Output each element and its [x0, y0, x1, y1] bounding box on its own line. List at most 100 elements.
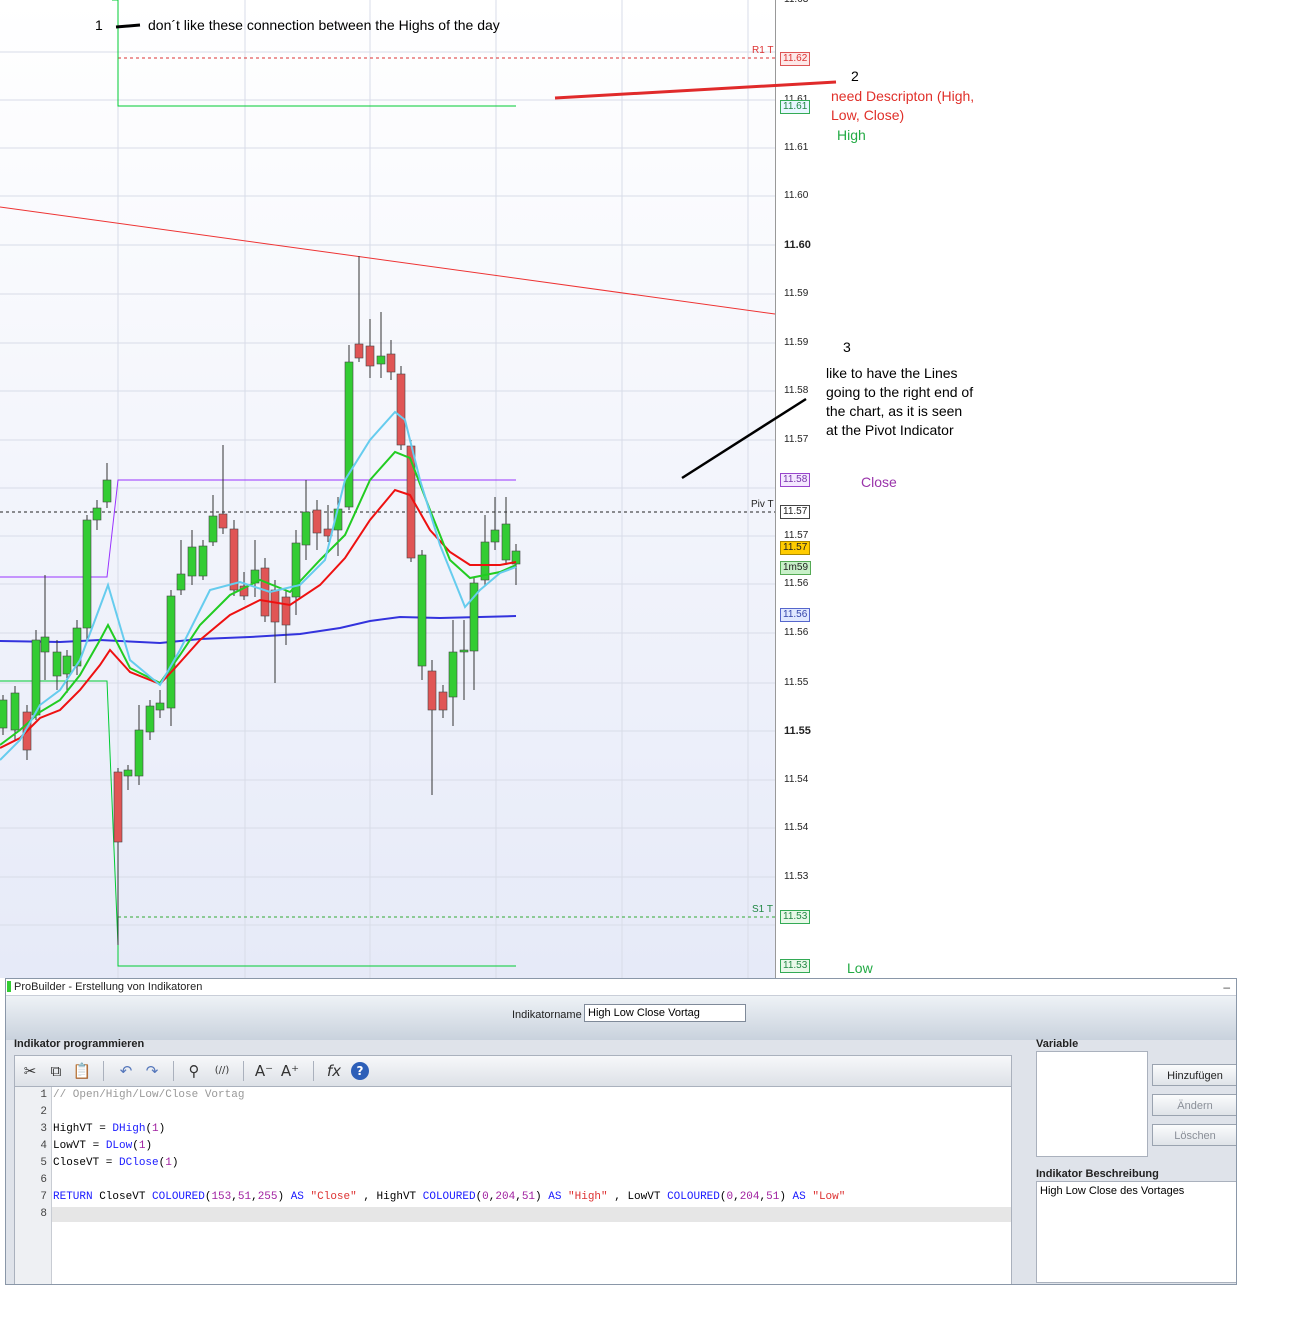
font-increase-icon[interactable]: A⁻ — [253, 1060, 275, 1082]
candle-body — [176, 573, 186, 591]
code-editor: ✂ ⧉ 📋 ↶ ↷ ⚲ (//) A⁻ A⁺ fx ? 1 2 3 4 5 6 — [14, 1055, 1012, 1284]
indicator-name-input[interactable] — [584, 1004, 746, 1022]
price-tick-label: 11.57 — [784, 530, 809, 541]
candle-body — [417, 554, 427, 667]
candle-body — [82, 519, 92, 629]
chart-canvas — [0, 0, 775, 978]
change-variable-button[interactable]: Ändern — [1152, 1094, 1236, 1116]
annotation-3-line-4: at the Pivot Indicator — [826, 422, 954, 438]
help-icon[interactable]: ? — [351, 1062, 369, 1080]
annotation-2-text-a: need Descripton (High, — [831, 88, 975, 104]
cut-icon[interactable]: ✂ — [19, 1060, 41, 1082]
line-number: 5 — [40, 1157, 47, 1169]
candle-body — [386, 353, 396, 373]
current-line-highlight — [52, 1207, 1011, 1222]
annotation-1-mark — [115, 23, 141, 29]
add-variable-button[interactable]: Hinzufügen — [1152, 1064, 1236, 1086]
candle-body — [396, 373, 406, 446]
price-tick-label: 11.58 — [784, 385, 809, 396]
annotation-3-number: 3 — [843, 339, 851, 355]
candle-body — [448, 651, 458, 698]
line-number: 8 — [40, 1208, 47, 1220]
price-tick-label: 11.59 — [784, 337, 809, 348]
pivot-price-tag: 11.57 — [780, 505, 811, 519]
candle-body — [145, 705, 155, 733]
minimize-icon[interactable]: – — [1223, 979, 1230, 995]
candle-body — [123, 769, 133, 777]
candle-body — [92, 507, 102, 521]
last-price-tag: 11.57 — [780, 541, 811, 555]
price-tick-label: 11.56 — [784, 627, 809, 638]
candle-body — [198, 545, 208, 577]
candle-body — [187, 546, 197, 577]
code-line-3: HighVT = DHigh(1) — [53, 1123, 166, 1135]
description-textarea[interactable]: High Low Close des Vortages — [1036, 1181, 1236, 1283]
delete-variable-button[interactable]: Löschen — [1152, 1124, 1236, 1146]
toolbar-separator — [173, 1061, 174, 1081]
font-decrease-icon[interactable]: A⁺ — [279, 1060, 301, 1082]
candle-body — [155, 702, 165, 711]
candle-body — [438, 691, 448, 711]
price-tick-label: 11.63 — [784, 0, 808, 5]
candle-body — [490, 529, 500, 543]
toolbar-separator — [313, 1061, 314, 1081]
price-tick-label: 11.60 — [784, 239, 811, 251]
price-tick-label: 11.54 — [784, 774, 809, 785]
candle-body — [166, 595, 176, 709]
code-line-7: RETURN CloseVT COLOURED(153,51,255) AS "… — [53, 1191, 846, 1203]
program-section-title: Indikator programmieren — [14, 1038, 145, 1050]
undo-icon[interactable]: ↶ — [115, 1060, 137, 1082]
app-icon — [7, 981, 11, 992]
countdown-tag: 1m59 — [780, 561, 812, 575]
code-line-5: CloseVT = DClose(1) — [53, 1157, 179, 1169]
candle-body — [218, 513, 228, 529]
window-title: ProBuilder - Erstellung von Indikatoren — [14, 981, 203, 993]
price-tick-label: 11.56 — [784, 578, 809, 589]
candle-body — [52, 651, 62, 677]
low-label: Low — [847, 960, 873, 976]
price-tick-label: 11.54 — [784, 822, 809, 833]
annotation-3-line-2: going to the right end of — [826, 384, 974, 400]
prior-low-line — [0, 680, 516, 967]
price-tick-label: 11.53 — [784, 871, 809, 882]
annotation-1-number: 1 — [95, 17, 103, 33]
comment-icon[interactable]: (//) — [211, 1060, 233, 1082]
candle-body — [113, 771, 123, 843]
candle-body — [40, 636, 50, 653]
annotation-3-line-3: the chart, as it is seen — [826, 403, 963, 419]
code-line-4: LowVT = DLow(1) — [53, 1140, 153, 1152]
redo-icon[interactable]: ↷ — [141, 1060, 163, 1082]
line-number-gutter: 1 2 3 4 5 6 7 8 — [15, 1087, 52, 1284]
function-icon[interactable]: fx — [323, 1060, 345, 1082]
toolbar-separator — [103, 1061, 104, 1081]
candle-body — [0, 699, 8, 729]
copy-icon[interactable]: ⧉ — [45, 1060, 67, 1082]
search-icon[interactable]: ⚲ — [183, 1060, 205, 1082]
annotation-2-stroke — [554, 80, 837, 100]
variable-list[interactable] — [1036, 1051, 1148, 1157]
annotation-3-arrow-line — [681, 397, 807, 480]
toolbar-separator — [243, 1061, 244, 1081]
paste-icon[interactable]: 📋 — [71, 1060, 93, 1082]
code-area[interactable]: 1 2 3 4 5 6 7 8 // Open/High/Low/Close V… — [15, 1087, 1011, 1284]
candle-body — [344, 361, 354, 508]
line-number: 6 — [40, 1174, 47, 1186]
annotation-2-text-b: Low, Close) — [831, 107, 905, 123]
price-tick-label: 11.61 — [784, 142, 809, 153]
candle-body — [31, 639, 41, 716]
low-price-tag: 11.53 — [780, 959, 811, 973]
probuilder-window: ProBuilder - Erstellung von Indikatoren … — [5, 978, 1237, 1285]
indicator-name-bar: Indikatorname — [6, 996, 1236, 1040]
candle-body — [62, 655, 72, 675]
price-chart[interactable]: R1 T Piv T S1 T — [0, 0, 775, 978]
ma-price-tag: 11.56 — [780, 608, 811, 622]
s1-price-tag: 11.53 — [780, 910, 811, 924]
high-label: High — [837, 127, 866, 143]
price-tick-label: 11.60 — [784, 190, 809, 201]
price-axis[interactable]: 11.6311.6111.6111.6011.6011.5911.5911.58… — [775, 0, 812, 978]
ema-lightblue — [0, 410, 517, 761]
price-tick-label: 11.55 — [784, 725, 811, 737]
window-titlebar[interactable]: ProBuilder - Erstellung von Indikatoren … — [6, 979, 1236, 996]
annotation-3-line-1: like to have the Lines — [826, 365, 958, 381]
price-tick-label: 11.59 — [784, 288, 809, 299]
